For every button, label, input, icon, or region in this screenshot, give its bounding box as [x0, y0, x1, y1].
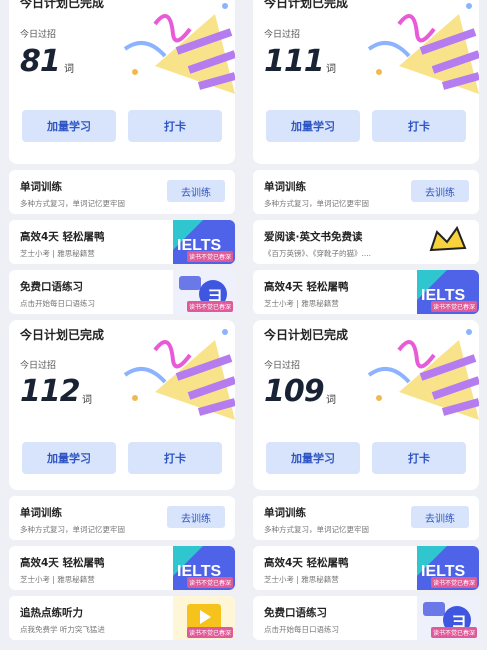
- word-training-row[interactable]: 单词训练 多种方式复习，单词记忆更牢固 去训练: [9, 170, 235, 214]
- ielts-promo-row[interactable]: 高效4天 轻松屠鸭 芝士小考 | 雅思秘籍营 IELTS 读书不觉已春深: [9, 546, 235, 590]
- row-subtitle: 多种方式复习，单词记忆更牢固: [264, 199, 369, 208]
- party-popper-icon: [367, 3, 479, 94]
- party-popper-icon: [123, 3, 235, 94]
- go-train-button[interactable]: 去训练: [411, 180, 469, 202]
- today-reviewed-label: 今日过招: [264, 361, 301, 371]
- word-count: 81: [20, 44, 61, 79]
- row-subtitle: 芝士小考 | 雅思秘籍营: [264, 299, 339, 308]
- speaking-row[interactable]: 免费口语练习 点击开始每日口语练习 ヨ 读书不觉已春深: [253, 596, 479, 640]
- row-title: 免费口语练习: [20, 281, 83, 293]
- reading-thumbnail: [417, 220, 479, 264]
- speaking-thumbnail: ヨ 读书不觉已春深: [417, 596, 479, 640]
- row-subtitle: 多种方式复习，单词记忆更牢固: [20, 199, 125, 208]
- plan-complete-title: 今日计划已完成: [20, 328, 105, 342]
- word-training-row[interactable]: 单词训练 多种方式复习，单词记忆更牢固 去训练: [253, 170, 479, 214]
- today-reviewed-label: 今日过招: [264, 30, 301, 40]
- promo-tag: 读书不觉已春深: [430, 301, 477, 312]
- add-study-button[interactable]: 加量学习: [22, 442, 116, 474]
- promo-tag: 读书不觉已春深: [186, 577, 233, 588]
- row-title: 单词训练: [264, 507, 306, 519]
- party-popper-icon: [367, 329, 479, 420]
- row-title: 爱阅读·英文书免费读: [264, 231, 363, 243]
- row-title: 免费口语练习: [264, 607, 327, 619]
- plan-complete-title: 今日计划已完成: [264, 0, 349, 10]
- word-count: 112: [20, 374, 81, 409]
- today-reviewed-label: 今日过招: [20, 30, 57, 40]
- check-in-button[interactable]: 打卡: [372, 110, 466, 142]
- row-subtitle: 点我免费学 听力突飞猛进: [20, 625, 105, 634]
- ielts-promo-row[interactable]: 高效4天 轻松屠鸭 芝士小考 | 雅思秘籍营 IELTS 读书不觉已春深: [253, 546, 479, 590]
- row-title: 高效4天 轻松屠鸭: [20, 557, 105, 569]
- speaking-thumbnail: ヨ 读书不觉已春深: [173, 270, 235, 314]
- row-subtitle: 芝士小考 | 雅思秘籍营: [20, 575, 95, 584]
- row-title: 单词训练: [20, 181, 62, 193]
- row-subtitle: 《百万英镑》、《穿靴子的猫》....: [264, 249, 372, 258]
- row-title: 追热点练听力: [20, 607, 83, 619]
- word-training-row[interactable]: 单词训练 多种方式复习，单词记忆更牢固 去训练: [253, 496, 479, 540]
- word-unit: 词: [326, 64, 336, 75]
- row-subtitle: 芝士小考 | 雅思秘籍营: [20, 249, 95, 258]
- ielts-thumbnail: IELTS 读书不觉已春深: [417, 270, 479, 314]
- listening-thumbnail: 读书不觉已春深: [173, 596, 235, 640]
- ielts-thumbnail: IELTS 读书不觉已春深: [173, 546, 235, 590]
- speaking-row[interactable]: 免费口语练习 点击开始每日口语练习 ヨ 读书不觉已春深: [9, 270, 235, 314]
- promo-tag: 读书不觉已春深: [186, 627, 233, 638]
- today-reviewed-label: 今日过招: [20, 361, 57, 371]
- go-train-button[interactable]: 去训练: [167, 506, 225, 528]
- row-subtitle: 多种方式复习，单词记忆更牢固: [264, 525, 369, 534]
- go-train-button[interactable]: 去训练: [167, 180, 225, 202]
- row-subtitle: 点击开始每日口语练习: [20, 299, 95, 308]
- row-title: 单词训练: [20, 507, 62, 519]
- promo-tag: 读书不觉已春深: [430, 627, 477, 638]
- listening-row[interactable]: 追热点练听力 点我免费学 听力突飞猛进 读书不觉已春深: [9, 596, 235, 640]
- promo-tag: 读书不觉已春深: [186, 301, 233, 312]
- row-title: 高效4天 轻松屠鸭: [264, 557, 349, 569]
- row-subtitle: 点击开始每日口语练习: [264, 625, 339, 634]
- daily-plan-card: 今日计划已完成 今日过招 112 词 加量学习 打卡: [9, 320, 235, 490]
- word-count: 111: [264, 44, 325, 79]
- ielts-promo-row[interactable]: 高效4天 轻松屠鸭 芝士小考 | 雅思秘籍营 IELTS 读书不觉已春深: [9, 220, 235, 264]
- reading-row[interactable]: 爱阅读·英文书免费读 《百万英镑》、《穿靴子的猫》....: [253, 220, 479, 264]
- panel-bottom-left: 今日计划已完成 今日过招 112 词 加量学习 打卡 单词训练 多种方式复习，单…: [0, 320, 235, 650]
- ielts-thumbnail: IELTS 读书不觉已春深: [417, 546, 479, 590]
- row-title: 高效4天 轻松屠鸭: [264, 281, 349, 293]
- party-popper-icon: [123, 329, 235, 420]
- word-unit: 词: [326, 395, 336, 406]
- panel-bottom-right: 今日计划已完成 今日过招 109 词 加量学习 打卡 单词训练 多种方式复习，单…: [244, 320, 479, 650]
- word-training-row[interactable]: 单词训练 多种方式复习，单词记忆更牢固 去训练: [9, 496, 235, 540]
- check-in-button[interactable]: 打卡: [128, 110, 222, 142]
- word-unit: 词: [64, 64, 74, 75]
- check-in-button[interactable]: 打卡: [128, 442, 222, 474]
- plan-complete-title: 今日计划已完成: [264, 328, 349, 342]
- row-subtitle: 芝士小考 | 雅思秘籍营: [264, 575, 339, 584]
- row-title: 高效4天 轻松屠鸭: [20, 231, 105, 243]
- plan-complete-title: 今日计划已完成: [20, 0, 105, 10]
- ielts-thumbnail: IELTS 读书不觉已春深: [173, 220, 235, 264]
- ielts-promo-row[interactable]: 高效4天 轻松屠鸭 芝士小考 | 雅思秘籍营 IELTS 读书不觉已春深: [253, 270, 479, 314]
- row-title: 单词训练: [264, 181, 306, 193]
- word-count: 109: [264, 374, 325, 409]
- word-unit: 词: [82, 395, 92, 406]
- check-in-button[interactable]: 打卡: [372, 442, 466, 474]
- row-subtitle: 多种方式复习，单词记忆更牢固: [20, 525, 125, 534]
- add-study-button[interactable]: 加量学习: [22, 110, 116, 142]
- crown-icon: [417, 220, 479, 264]
- go-train-button[interactable]: 去训练: [411, 506, 469, 528]
- add-study-button[interactable]: 加量学习: [266, 442, 360, 474]
- panel-top-left: 今日计划已完成 今日过招 81 词 加量学习 打卡 单词训练 多种方式复习，单词…: [0, 0, 235, 324]
- promo-tag: 读书不觉已春深: [186, 251, 233, 262]
- daily-plan-card: 今日计划已完成 今日过招 109 词 加量学习 打卡: [253, 320, 479, 490]
- panel-top-right: 今日计划已完成 今日过招 111 词 加量学习 打卡 单词训练 多种方式复习，单…: [244, 0, 479, 324]
- daily-plan-card: 今日计划已完成 今日过招 81 词 加量学习 打卡: [9, 0, 235, 164]
- add-study-button[interactable]: 加量学习: [266, 110, 360, 142]
- promo-tag: 读书不觉已春深: [430, 577, 477, 588]
- daily-plan-card: 今日计划已完成 今日过招 111 词 加量学习 打卡: [253, 0, 479, 164]
